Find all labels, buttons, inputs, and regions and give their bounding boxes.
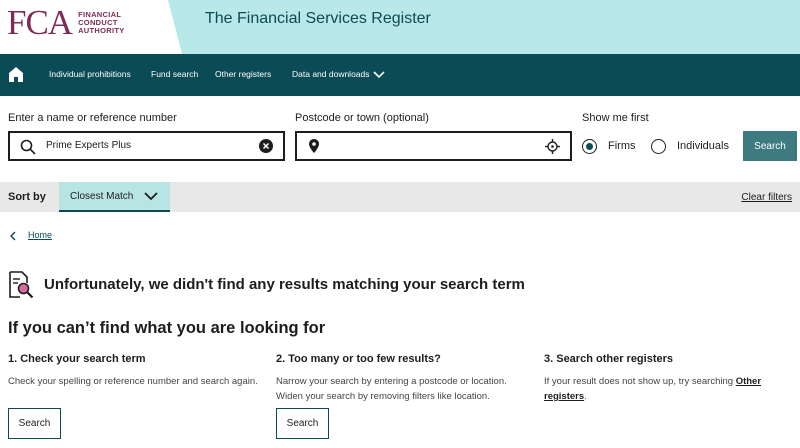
- help-col-3-text: If your result does not show up, try sea…: [544, 376, 762, 402]
- name-search-input[interactable]: Prime Experts Plus: [8, 131, 285, 161]
- refine-search-button[interactable]: Search: [276, 408, 329, 439]
- location-pin-icon: [309, 139, 319, 153]
- help-col-1-text: Check your spelling or reference number …: [8, 376, 258, 387]
- help-col-2-text: Narrow your search by entering a postcod…: [276, 376, 507, 402]
- nav-item-other-registers[interactable]: Other registers: [215, 69, 271, 79]
- firms-radio-label: Firms: [608, 140, 636, 152]
- crosshair-icon[interactable]: [545, 139, 560, 154]
- sort-dropdown[interactable]: Closest Match: [59, 182, 170, 212]
- document-search-icon: [9, 271, 34, 299]
- postcode-field-label: Postcode or town (optional): [295, 112, 429, 124]
- logo-wordmark: FINANCIAL CONDUCT AUTHORITY: [78, 10, 125, 35]
- search-again-button[interactable]: Search: [8, 408, 61, 439]
- show-first-label: Show me first: [582, 112, 649, 124]
- name-search-value: Prime Experts Plus: [46, 140, 132, 151]
- register-title[interactable]: The Financial Services Register: [205, 10, 431, 28]
- sort-bar: Sort by Closest Match Clear filters: [0, 182, 800, 212]
- clear-icon[interactable]: [259, 139, 273, 153]
- breadcrumb-home-link[interactable]: Home: [28, 230, 52, 240]
- individuals-radio-label: Individuals: [677, 140, 729, 152]
- chevron-down-icon: [144, 192, 158, 201]
- name-field-label: Enter a name or reference number: [8, 112, 177, 124]
- clear-filters-link[interactable]: Clear filters: [741, 192, 792, 203]
- nav-item-fund-search[interactable]: Fund search: [151, 69, 198, 79]
- chevron-down-icon[interactable]: [373, 71, 385, 79]
- postcode-input[interactable]: [295, 131, 572, 161]
- firms-radio[interactable]: [582, 139, 597, 154]
- no-results-heading: Unfortunately, we didn't find any result…: [44, 276, 525, 293]
- main-nav: Individual prohibitions Fund search Othe…: [0, 54, 800, 96]
- sort-label: Sort by: [8, 191, 46, 203]
- individuals-radio[interactable]: [651, 139, 666, 154]
- search-button[interactable]: Search: [743, 131, 797, 161]
- help-col-1-title: 1. Check your search term: [8, 353, 146, 365]
- chevron-left-icon: [10, 231, 16, 241]
- logo-mark: FCA: [7, 3, 73, 42]
- sort-value: Closest Match: [70, 191, 134, 202]
- site-header: FCA FINANCIAL CONDUCT AUTHORITY The Fina…: [0, 0, 800, 54]
- help-col-3-title: 3. Search other registers: [544, 353, 674, 365]
- nav-item-individual-prohibitions[interactable]: Individual prohibitions: [49, 69, 131, 79]
- help-col-2-title: 2. Too many or too few results?: [276, 353, 441, 365]
- nav-item-data-and-downloads[interactable]: Data and downloads: [292, 69, 370, 79]
- home-icon[interactable]: [9, 67, 23, 82]
- help-heading: If you can’t find what you are looking f…: [8, 319, 326, 337]
- search-icon: [20, 139, 36, 155]
- fca-logo[interactable]: FCA FINANCIAL CONDUCT AUTHORITY: [7, 3, 125, 42]
